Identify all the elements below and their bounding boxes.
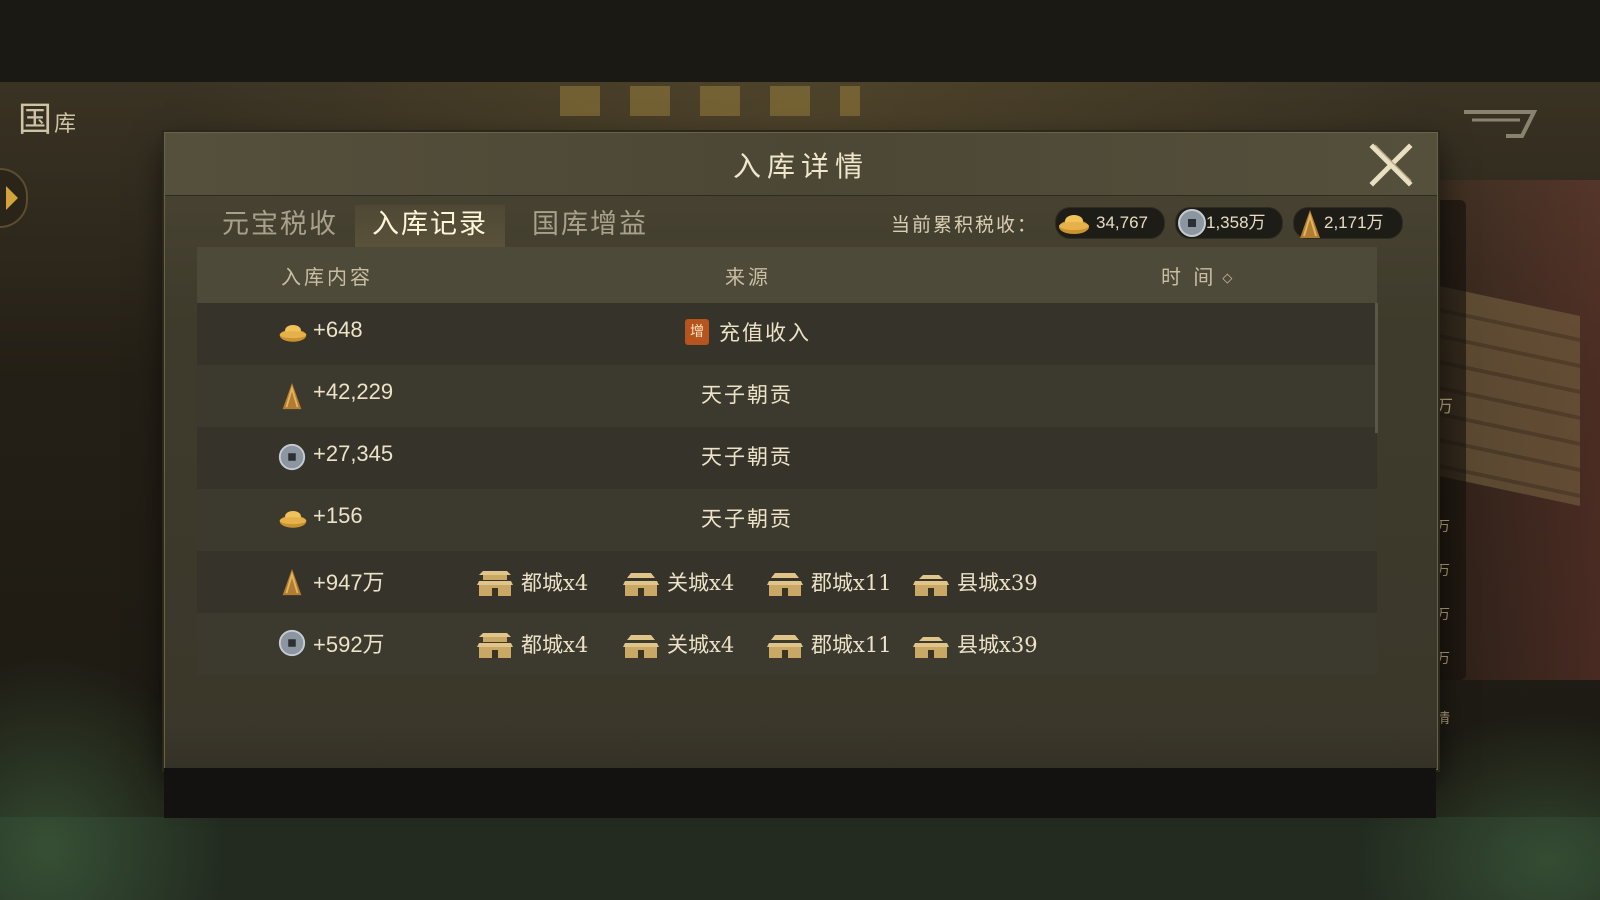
accumulated-tax-label: 当前累积税收： — [891, 214, 1039, 236]
column-header-source: 来源 — [725, 265, 771, 289]
dialog-shadow-bar — [164, 768, 1436, 818]
dialog-header: 入库详情 — [165, 133, 1437, 196]
column-header-time-label: 时 间 — [1161, 265, 1217, 289]
treasury-title-main: 国 — [18, 100, 54, 140]
deposit-amount: +42,229 — [313, 379, 394, 404]
deposit-amount: +592万 — [313, 632, 385, 657]
back-arrow-icon[interactable] — [1462, 108, 1542, 142]
pass-city-icon — [623, 635, 659, 658]
prefecture-city-icon — [767, 635, 803, 658]
grain-icon — [277, 379, 307, 415]
tab-ingot-tax[interactable]: 元宝税收 — [219, 205, 341, 249]
deposit-amount: +27,345 — [313, 441, 394, 466]
deposit-amount: +648 — [313, 317, 363, 342]
increase-tag-icon: 增 — [685, 319, 709, 345]
table-header: 入库内容 来源 时 间 ◇ — [197, 247, 1377, 303]
side-value: 万 — [1436, 607, 1450, 623]
table-row: +156 天子朝贡 — [197, 489, 1377, 551]
city-count: 关城x4 — [667, 571, 735, 595]
city-count: 郡城x11 — [811, 571, 892, 595]
city-count: 县城x39 — [957, 633, 1038, 657]
table-row: +648 增 充值收入 — [197, 303, 1377, 365]
treasury-title: 国库 — [18, 92, 78, 141]
city-count: 关城x4 — [667, 633, 735, 657]
accumulated-grain: 2,171万 — [1293, 207, 1403, 239]
deposit-amount: +947万 — [313, 570, 385, 595]
city-count: 县城x39 — [957, 571, 1038, 595]
side-value: 万 — [1436, 651, 1450, 667]
deposit-details-dialog: 入库详情 元宝税收 入库记录 国库增益 当前累积税收： 34,767 1,358… — [164, 132, 1438, 770]
close-button[interactable] — [1367, 141, 1415, 189]
dialog-title: 入库详情 — [732, 150, 869, 183]
capital-city-icon — [477, 633, 513, 658]
accumulated-copper: 1,358万 — [1175, 207, 1283, 239]
pass-city-icon — [623, 573, 659, 596]
accumulated-ingot: 34,767 — [1055, 207, 1165, 239]
tab-deposit-records[interactable]: 入库记录 — [355, 205, 505, 252]
table-row: +947万 都城x4 关城x4 郡城x11 县城x39 — [197, 551, 1377, 613]
city-count: 郡城x11 — [811, 633, 892, 657]
deposit-source: 充值收入 — [719, 321, 811, 345]
copper-coin-icon — [277, 441, 307, 477]
prefecture-city-icon — [767, 573, 803, 596]
deposit-source: 天子朝贡 — [701, 445, 793, 469]
table-row: +27,345 天子朝贡 — [197, 427, 1377, 489]
deposit-source: 天子朝贡 — [701, 383, 793, 407]
capital-city-icon — [477, 571, 513, 596]
copper-coin-icon — [277, 627, 307, 663]
table-row: +42,229 天子朝贡 — [197, 365, 1377, 427]
top-bar — [0, 0, 1600, 82]
grain-icon — [1294, 206, 1326, 250]
gold-ingot-icon — [1056, 206, 1092, 250]
county-city-icon — [913, 575, 949, 596]
deposit-records-table: 入库内容 来源 时 间 ◇ +648 增 充值收入 +42,229 天子朝贡 +… — [197, 247, 1378, 693]
deposit-amount: +156 — [313, 503, 363, 528]
county-city-icon — [913, 637, 949, 658]
treasury-title-small: 库 — [54, 112, 79, 137]
city-count: 都城x4 — [521, 633, 589, 657]
close-icon — [1369, 143, 1413, 187]
column-header-time[interactable]: 时 间 ◇ — [1161, 261, 1235, 290]
accumulated-copper-value: 1,358万 — [1206, 213, 1266, 232]
table-scrollbar[interactable] — [1375, 303, 1378, 433]
gold-bars-decoration — [560, 86, 860, 116]
column-header-content: 入库内容 — [281, 265, 373, 289]
city-count: 都城x4 — [521, 571, 589, 595]
tab-treasury-bonus[interactable]: 国库增益 — [529, 205, 651, 249]
table-row: +592万 都城x4 关城x4 郡城x11 县城x39 — [197, 613, 1377, 675]
sort-icon[interactable]: ◇ — [1222, 271, 1235, 286]
accumulated-ingot-value: 34,767 — [1096, 213, 1148, 232]
gold-ingot-icon — [277, 317, 309, 351]
gold-ingot-icon — [277, 503, 309, 537]
dialog-footer — [165, 727, 1437, 769]
accumulated-grain-value: 2,171万 — [1324, 213, 1384, 232]
side-value: 万 — [1436, 397, 1453, 417]
side-value: 万 — [1436, 563, 1450, 579]
deposit-source: 天子朝贡 — [701, 507, 793, 531]
copper-coin-icon — [1176, 206, 1208, 250]
grain-icon — [277, 565, 307, 601]
side-value: 万 — [1436, 519, 1450, 535]
